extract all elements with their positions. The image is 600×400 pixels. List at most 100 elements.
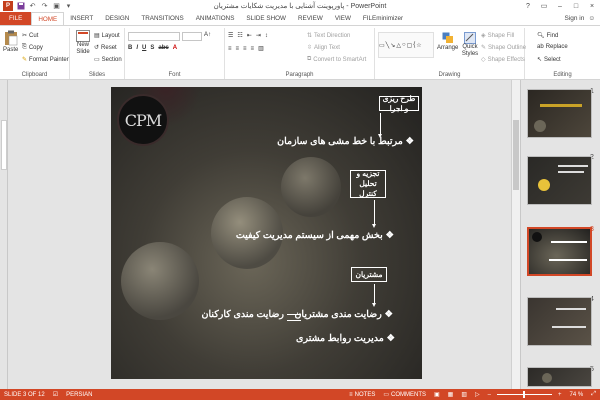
strikethrough-button[interactable]: abc bbox=[158, 45, 168, 51]
new-slide-button[interactable]: New Slide bbox=[73, 30, 93, 55]
reset-button[interactable]: ↺ Reset bbox=[94, 44, 117, 52]
section-button[interactable]: ▭ Section bbox=[94, 56, 122, 64]
bullet-employee-satisfaction[interactable]: رضایت مندی کارکنان bbox=[202, 309, 284, 320]
tab-fileminimizer[interactable]: FILEminimizer bbox=[357, 12, 409, 25]
close-button[interactable]: × bbox=[584, 0, 600, 12]
notes-button[interactable]: ≡ NOTES bbox=[345, 392, 379, 398]
replace-button[interactable]: ab Replace bbox=[537, 44, 568, 50]
tab-file[interactable]: FILE bbox=[0, 12, 32, 25]
bullet-customer-satisfaction[interactable]: ❖ رضایت مندی مشتریان bbox=[294, 309, 393, 320]
bullet-organization-policies[interactable]: ❖ مرتبط با خط مشی های سازمان bbox=[277, 136, 414, 147]
zoom-level[interactable]: 74 % bbox=[566, 392, 588, 398]
bullet-quality-management[interactable]: ❖ بخش مهمی از سیستم مدیریت کیفیت bbox=[236, 230, 394, 241]
layout-button[interactable]: ▤ Layout bbox=[94, 32, 120, 40]
tab-review[interactable]: REVIEW bbox=[292, 12, 329, 25]
italic-button[interactable]: I bbox=[136, 45, 138, 51]
start-from-beginning-icon[interactable]: ▣ bbox=[52, 2, 61, 11]
bullet-customer-relationship[interactable]: ❖ مدیریت روابط مشتری bbox=[296, 333, 395, 344]
arrange-button[interactable]: Arrange bbox=[437, 32, 458, 51]
oval-shape-icon[interactable]: ○ bbox=[402, 42, 406, 48]
cut-button[interactable]: ✂ Cut bbox=[22, 32, 38, 40]
zoom-slider-thumb[interactable] bbox=[522, 391, 525, 398]
columns-icon[interactable]: ▥ bbox=[258, 45, 264, 52]
font-color-button[interactable]: A bbox=[173, 45, 177, 51]
shadow-button[interactable]: S bbox=[150, 45, 154, 51]
tab-view[interactable]: VIEW bbox=[329, 12, 357, 25]
underline-button[interactable]: U bbox=[142, 45, 146, 51]
zoom-out-button[interactable]: – bbox=[484, 392, 495, 398]
find-button[interactable]: 🔍︎ Find bbox=[537, 32, 558, 40]
redo-icon[interactable]: ↷ bbox=[40, 2, 49, 11]
reading-view-icon[interactable]: ▥ bbox=[457, 391, 471, 398]
ribbon-display-options-button[interactable]: ▭ bbox=[536, 0, 552, 12]
numbering-icon[interactable]: ☷ bbox=[237, 32, 242, 39]
line-shape-icon[interactable]: ╲ bbox=[386, 42, 390, 49]
tab-transitions[interactable]: TRANSITIONS bbox=[135, 12, 189, 25]
shape-effects-button[interactable]: ◇ Shape Effects bbox=[481, 56, 525, 64]
zoom-slider[interactable] bbox=[496, 391, 552, 398]
paste-button[interactable]: Paste bbox=[3, 30, 18, 53]
slide-thumbnail-5[interactable] bbox=[527, 367, 592, 387]
comments-button[interactable]: ▭ COMMENTS bbox=[379, 391, 430, 399]
sign-in-link[interactable]: Sign in bbox=[564, 15, 584, 22]
powerpoint-app-icon[interactable]: P bbox=[3, 1, 13, 11]
font-size-field[interactable] bbox=[182, 32, 202, 41]
select-button[interactable]: ↖ Select bbox=[537, 56, 561, 64]
shape-fill-button[interactable]: ◈ Shape Fill bbox=[481, 32, 514, 40]
justify-icon[interactable]: ≡ bbox=[251, 46, 255, 52]
font-name-field[interactable] bbox=[128, 32, 180, 41]
vertical-scrollbar[interactable] bbox=[511, 80, 520, 389]
undo-icon[interactable]: ↶ bbox=[28, 2, 37, 11]
save-icon[interactable] bbox=[16, 2, 25, 11]
proofing-icon[interactable]: ☑ bbox=[49, 391, 62, 398]
align-text-button[interactable]: ⇳ Align Text bbox=[307, 44, 340, 52]
grow-font-button[interactable]: A↑ bbox=[204, 32, 211, 38]
slide-thumbnail-3[interactable] bbox=[527, 227, 592, 276]
align-center-icon[interactable]: ≡ bbox=[236, 46, 240, 52]
tab-slide-show[interactable]: SLIDE SHOW bbox=[240, 12, 292, 25]
slide-thumbnail-4[interactable] bbox=[527, 297, 592, 346]
fit-slide-icon[interactable]: ⤢ bbox=[587, 391, 600, 398]
copy-button[interactable]: ⎘ Copy bbox=[22, 44, 43, 51]
bullets-icon[interactable]: ☰ bbox=[228, 32, 233, 39]
tab-design[interactable]: DESIGN bbox=[99, 12, 135, 25]
tab-animations[interactable]: ANIMATIONS bbox=[190, 12, 241, 25]
quick-styles-button[interactable]: Quick Styles bbox=[461, 32, 479, 57]
increase-indent-icon[interactable]: ⇥ bbox=[256, 32, 261, 39]
star-shape-icon[interactable]: ☆ bbox=[416, 42, 421, 49]
smiley-feedback-icon[interactable]: ☺ bbox=[588, 15, 595, 22]
arrow-shape-icon[interactable]: ↘ bbox=[390, 42, 395, 49]
minimize-button[interactable]: – bbox=[552, 0, 568, 12]
bold-button[interactable]: B bbox=[128, 45, 132, 51]
normal-view-icon[interactable]: ▣ bbox=[430, 391, 444, 398]
tab-home[interactable]: HOME bbox=[31, 12, 65, 25]
customize-icon[interactable]: ▾ bbox=[64, 2, 73, 11]
convert-smartart-button[interactable]: ⧉ Convert to SmartArt bbox=[307, 56, 366, 63]
slide-thumbnail-2[interactable] bbox=[527, 156, 592, 205]
slide-sorter-icon[interactable]: ▦ bbox=[444, 391, 458, 398]
language-indicator[interactable]: PERSIAN bbox=[62, 392, 96, 398]
curly-brace-shape-icon[interactable]: { bbox=[413, 42, 415, 48]
shapes-gallery[interactable]: ▭ ╲ ↘ △ ○ ▢ { ☆ bbox=[378, 32, 434, 58]
triangle-shape-icon[interactable]: △ bbox=[396, 42, 401, 49]
flow-box-analysis-control[interactable]: تجزیه و تحلیل کنترل bbox=[350, 169, 386, 198]
textbox-shape-icon[interactable]: ▢ bbox=[407, 42, 413, 49]
slide-thumbnail-1[interactable] bbox=[527, 89, 592, 138]
maximize-button[interactable]: □ bbox=[568, 0, 584, 12]
flow-box-customers[interactable]: مشتریان bbox=[351, 267, 387, 282]
current-slide[interactable]: CPM طرح ریزی و اجرا ❖ مرتبط با خط مشی ها… bbox=[111, 87, 422, 379]
zoom-in-button[interactable]: + bbox=[554, 392, 566, 398]
align-right-icon[interactable]: ≡ bbox=[243, 46, 247, 52]
rectangle-shape-icon[interactable]: ▭ bbox=[379, 42, 385, 49]
flow-box-plan-execute[interactable]: طرح ریزی و اجرا bbox=[379, 94, 419, 113]
slide-show-icon[interactable]: ▷ bbox=[471, 391, 484, 398]
tab-insert[interactable]: INSERT bbox=[64, 12, 99, 25]
shape-outline-button[interactable]: ✎ Shape Outline bbox=[481, 44, 526, 52]
align-left-icon[interactable]: ≡ bbox=[228, 46, 232, 52]
text-direction-button[interactable]: ⇅ Text Direction bbox=[307, 32, 350, 40]
scrollbar-thumb[interactable] bbox=[513, 120, 519, 190]
line-spacing-icon[interactable]: ↕ bbox=[265, 33, 268, 39]
help-button[interactable]: ? bbox=[520, 0, 536, 12]
format-painter-button[interactable]: ✎ Format Painter bbox=[22, 56, 69, 64]
decrease-indent-icon[interactable]: ⇤ bbox=[247, 32, 252, 39]
